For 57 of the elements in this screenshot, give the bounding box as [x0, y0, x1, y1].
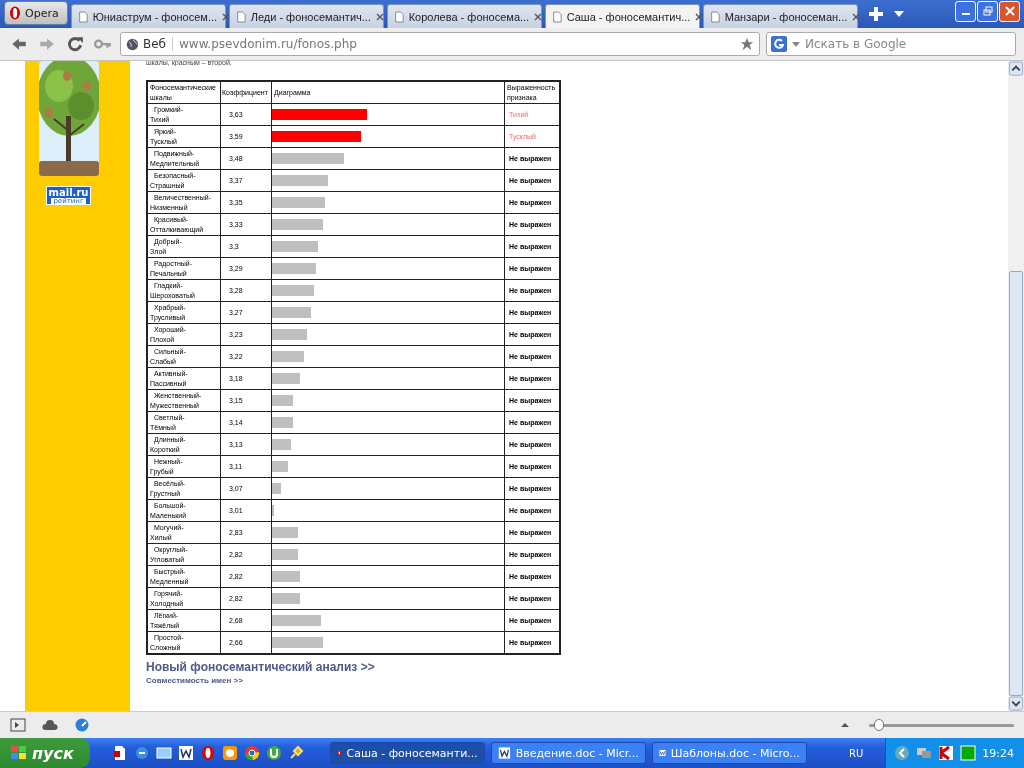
slider-thumb[interactable]	[874, 718, 885, 731]
taskbar-button[interactable]: Шаблоны.doc - Micro...	[651, 742, 807, 764]
close-icon[interactable]	[695, 12, 704, 21]
compatibility-link[interactable]: Совместимость имен >>	[146, 676, 1008, 685]
minimize-button[interactable]	[955, 0, 976, 22]
caret-icon	[792, 41, 800, 47]
new-tab-icon[interactable]	[866, 5, 885, 23]
panel-icon[interactable]	[10, 718, 26, 732]
taskbar-button[interactable]: Саша - фоносеманти...	[329, 742, 485, 764]
search-field[interactable]: Искать в Google	[766, 32, 1016, 56]
address-field[interactable]: Веб www.psevdonim.ru/fonos.php	[120, 32, 760, 56]
page-icon	[77, 10, 88, 23]
browser-tab[interactable]: Юниаструм - фоносем...	[70, 4, 226, 28]
page-icon	[235, 10, 246, 23]
browser-tab[interactable]: Королева - фоносема...	[386, 4, 542, 28]
close-button[interactable]	[999, 0, 1020, 22]
browser-tab[interactable]: Саша - фоносемантич...	[544, 4, 700, 28]
close-icon[interactable]	[375, 12, 384, 21]
page-icon	[551, 10, 562, 23]
web-label: Веб	[143, 37, 166, 51]
scrollbar-thumb[interactable]	[1009, 271, 1023, 696]
browser-tab[interactable]: Леди - фоносемантич...	[228, 4, 384, 28]
speed-dial-icon[interactable]	[74, 718, 90, 732]
word-icon[interactable]	[177, 745, 194, 761]
windows-logo-icon	[10, 745, 28, 761]
globe-icon	[126, 37, 139, 51]
word-document-icon	[497, 746, 511, 760]
close-icon	[1004, 6, 1015, 16]
antivirus-icon[interactable]	[938, 745, 955, 761]
star-icon[interactable]	[740, 37, 754, 51]
desktop-icon[interactable]	[155, 745, 172, 761]
google-icon	[771, 36, 787, 52]
opera-logo-icon[interactable]	[199, 745, 216, 761]
page-icon	[709, 10, 720, 23]
torrent-icon[interactable]	[265, 745, 282, 761]
scroll-down-icon[interactable]	[1008, 695, 1024, 711]
chrome-icon[interactable]	[243, 745, 260, 761]
page-icon	[393, 10, 404, 23]
close-icon[interactable]	[534, 12, 543, 21]
close-icon[interactable]	[852, 12, 861, 21]
cloud-icon[interactable]	[42, 718, 58, 732]
restore-icon	[982, 6, 993, 16]
opera-logo-icon	[9, 6, 21, 20]
document-icon[interactable]	[111, 745, 128, 761]
clock: 19:24	[982, 746, 1014, 760]
browser-tab[interactable]: Манзари - фоносеман...	[702, 4, 858, 28]
arrow-left-icon[interactable]	[894, 745, 911, 761]
restore-button[interactable]	[977, 0, 998, 22]
opera-menu-button[interactable]: Opera	[4, 1, 68, 25]
language-indicator[interactable]: RU	[849, 747, 864, 759]
scroll-up-icon[interactable]	[1008, 61, 1024, 77]
caret-icon[interactable]	[893, 11, 904, 19]
taskbar-button[interactable]: Введение.doc - Micr...	[490, 742, 646, 764]
new-analysis-link[interactable]: Новый фоносемантический анализ >>	[146, 660, 1008, 674]
minimize-icon	[961, 13, 970, 15]
clock-icon[interactable]	[221, 745, 238, 761]
start-button[interactable]: пуск	[0, 738, 90, 768]
